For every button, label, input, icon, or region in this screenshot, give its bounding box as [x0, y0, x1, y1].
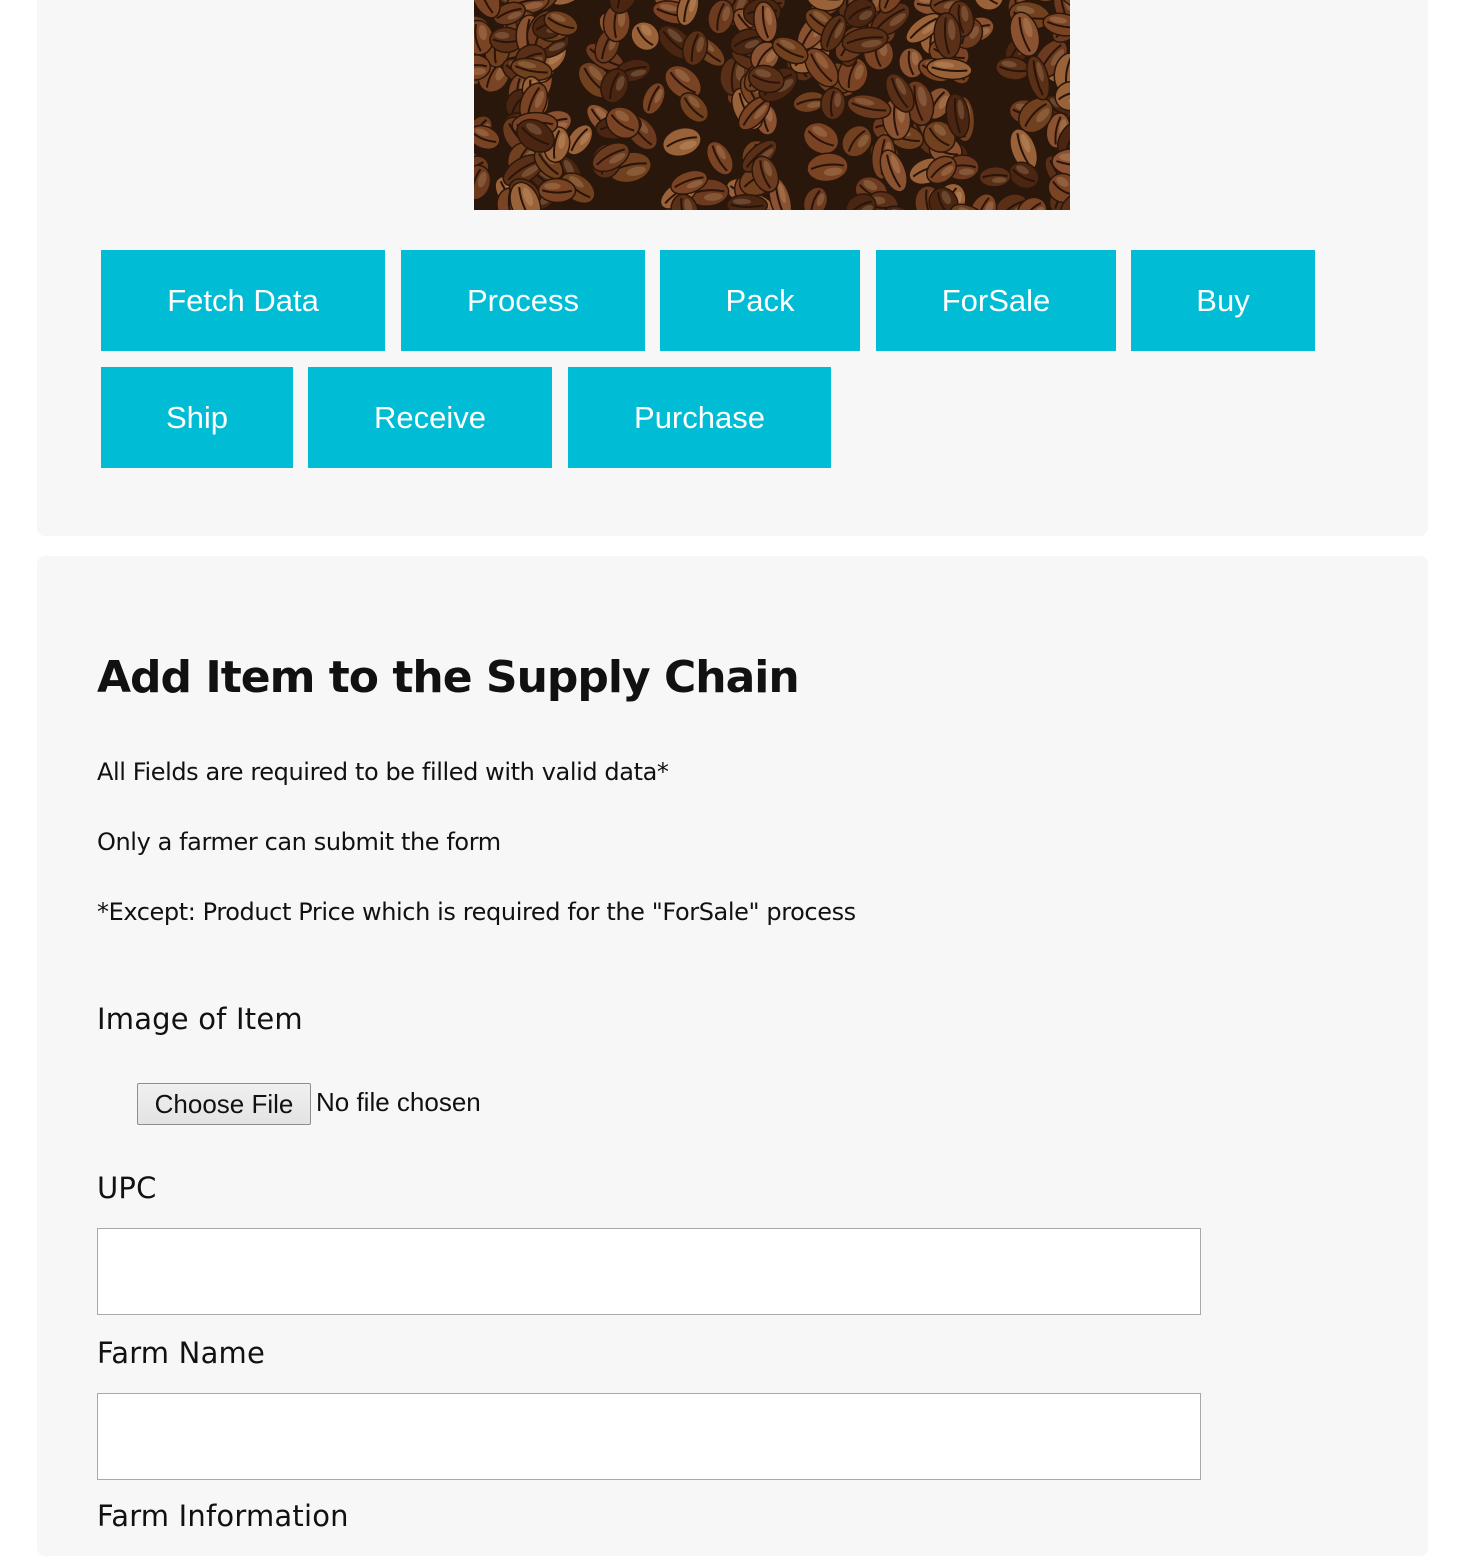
- choose-file-button[interactable]: Choose File: [137, 1083, 311, 1125]
- upc-label: UPC: [97, 1171, 157, 1205]
- farm-information-label: Farm Information: [97, 1499, 349, 1533]
- ship-button[interactable]: Ship: [101, 367, 293, 468]
- coffee-beans-graphic: [474, 0, 1070, 210]
- form-title: Add Item to the Supply Chain: [97, 652, 799, 703]
- process-button[interactable]: Process: [401, 250, 645, 351]
- required-fields-note: All Fields are required to be filled wit…: [97, 758, 669, 786]
- receive-button[interactable]: Receive: [308, 367, 552, 468]
- farmer-only-note: Only a farmer can submit the form: [97, 828, 501, 856]
- purchase-button[interactable]: Purchase: [568, 367, 831, 468]
- farm-name-label: Farm Name: [97, 1336, 265, 1370]
- farm-name-input[interactable]: [97, 1393, 1201, 1480]
- image-of-item-label: Image of Item: [97, 1002, 303, 1036]
- upc-input[interactable]: [97, 1228, 1201, 1315]
- pack-button[interactable]: Pack: [660, 250, 860, 351]
- buy-button[interactable]: Buy: [1131, 250, 1315, 351]
- price-exception-note: *Except: Product Price which is required…: [97, 898, 856, 926]
- file-status-text: No file chosen: [316, 1087, 481, 1118]
- fetch-data-button[interactable]: Fetch Data: [101, 250, 385, 351]
- coffee-beans-image: [474, 0, 1070, 210]
- for-sale-button[interactable]: ForSale: [876, 250, 1116, 351]
